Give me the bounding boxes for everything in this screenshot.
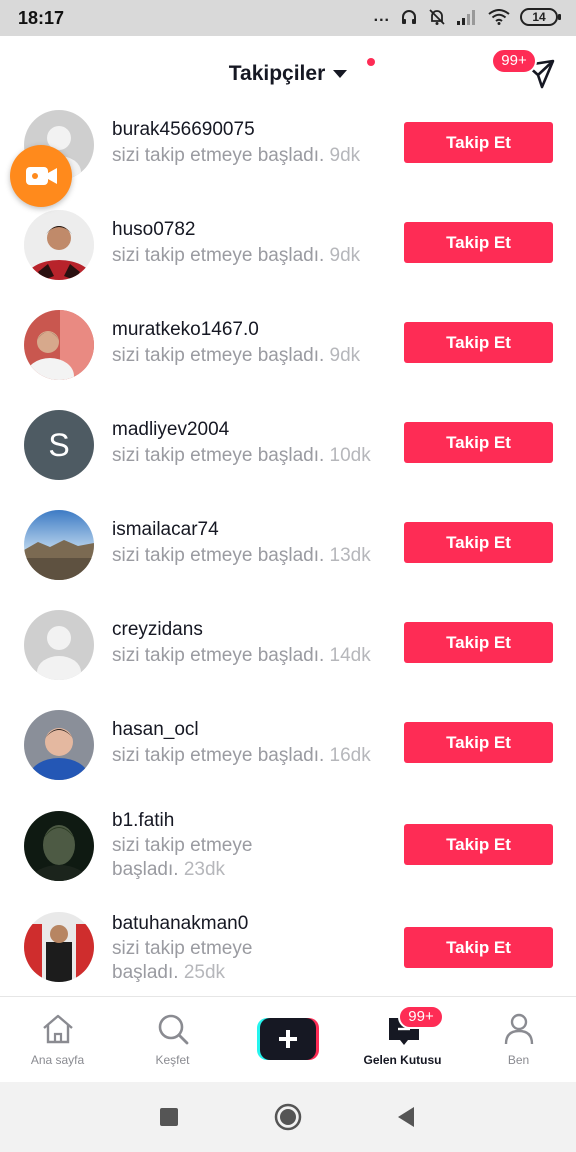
system-nav-bar	[0, 1082, 576, 1152]
time-ago: 23dk	[183, 859, 226, 880]
home-icon	[43, 1014, 73, 1044]
avatar[interactable]: S	[24, 410, 94, 480]
more-dots-icon: ...	[373, 8, 390, 25]
follow-notice: sizi takip etmeye başladı. 9dk	[112, 145, 361, 166]
status-bar: 18:17 ... 14	[0, 0, 576, 36]
follow-notice: sizi takip etmeye başladı. 14dk	[112, 645, 371, 666]
nav-me[interactable]: Ben	[461, 997, 576, 1083]
profile-photo	[24, 912, 94, 982]
notification-dot	[367, 58, 375, 66]
dm-badge: 99+	[491, 48, 537, 74]
time-ago: 25dk	[183, 962, 226, 983]
dropdown-caret-icon	[333, 70, 348, 79]
follow-button[interactable]: Takip Et	[404, 422, 553, 463]
username[interactable]: burak456690075	[112, 119, 255, 141]
nav-me-label: Ben	[507, 1053, 530, 1067]
status-icons: ... 14	[373, 8, 561, 26]
page-title: Takipçiler	[228, 62, 326, 85]
headphones-icon	[402, 10, 416, 24]
header: Takipçiler 99+	[0, 36, 576, 106]
time-ago: 9dk	[329, 145, 361, 166]
profile-photo	[24, 210, 94, 280]
square-icon[interactable]	[159, 1107, 179, 1127]
nav-home[interactable]: Ana sayfa	[0, 997, 115, 1083]
follow-button[interactable]: Takip Et	[404, 622, 553, 663]
search-icon	[158, 1014, 189, 1045]
time-ago: 9dk	[329, 245, 361, 266]
profile-photo	[24, 510, 94, 580]
person-icon	[504, 1013, 534, 1045]
list-item: S madliyev2004 sizi takip etmeye başladı…	[0, 406, 576, 506]
time-ago: 13dk	[329, 545, 371, 566]
follow-button[interactable]: Takip Et	[404, 927, 553, 968]
follow-notice: sizi takip etmeye başladı. 16dk	[112, 745, 371, 766]
username[interactable]: creyzidans	[112, 619, 203, 641]
follow-notice: sizi takip etmeye başladı. 10dk	[112, 445, 371, 466]
profile-photo	[24, 710, 94, 780]
username[interactable]: b1.fatih	[112, 810, 174, 832]
follow-button[interactable]: Takip Et	[404, 322, 553, 363]
list-item: ismailacar74 sizi takip etmeye başladı. …	[0, 506, 576, 606]
list-item: creyzidans sizi takip etmeye başladı. 14…	[0, 606, 576, 706]
username[interactable]: muratkeko1467.0	[112, 319, 259, 341]
live-camera-button[interactable]	[10, 145, 72, 207]
list-item: b1.fatih sizi takip etmeye başladı. 23dk…	[0, 806, 576, 906]
username[interactable]: madliyev2004	[112, 419, 229, 441]
status-time: 18:17	[18, 8, 65, 28]
list-item: huso0782 sizi takip etmeye başladı. 9dk …	[0, 206, 576, 306]
follow-button[interactable]: Takip Et	[404, 824, 553, 865]
avatar[interactable]	[24, 811, 94, 881]
username[interactable]: batuhanakman0	[112, 913, 248, 935]
nav-home-label: Ana sayfa	[30, 1053, 85, 1067]
bell-off-icon	[429, 9, 445, 25]
time-ago: 10dk	[329, 445, 371, 466]
avatar[interactable]	[24, 710, 94, 780]
list-item: burak456690075 sizi takip etmeye başladı…	[0, 106, 576, 206]
follow-button[interactable]: Takip Et	[404, 522, 553, 563]
nav-inbox-label: Gelen Kutusu	[363, 1053, 442, 1067]
follow-button[interactable]: Takip Et	[404, 122, 553, 163]
battery-icon: 14	[520, 8, 561, 26]
profile-photo	[24, 811, 94, 881]
follow-notice: sizi takip etmeye başladı. 25dk	[112, 938, 253, 983]
wifi-icon	[488, 9, 510, 25]
username[interactable]: huso0782	[112, 219, 195, 241]
username[interactable]: hasan_ocl	[112, 719, 199, 741]
create-button[interactable]	[257, 1018, 319, 1060]
time-ago: 9dk	[329, 345, 361, 366]
follow-notice: sizi takip etmeye başladı. 23dk	[112, 835, 253, 880]
circle-icon[interactable]	[273, 1102, 303, 1132]
avatar[interactable]	[24, 310, 94, 380]
nav-discover-label: Keşfet	[155, 1053, 190, 1067]
time-ago: 14dk	[329, 645, 371, 666]
list-item: muratkeko1467.0 sizi takip etmeye başlad…	[0, 306, 576, 406]
default-avatar-icon	[37, 626, 81, 680]
username[interactable]: ismailacar74	[112, 519, 219, 541]
follow-notice: sizi takip etmeye başladı. 13dk	[112, 545, 371, 566]
follow-button[interactable]: Takip Et	[404, 722, 553, 763]
back-triangle-icon[interactable]	[396, 1106, 416, 1128]
signal-icon	[457, 10, 475, 25]
follow-button[interactable]: Takip Et	[404, 222, 553, 263]
avatar[interactable]	[24, 510, 94, 580]
profile-photo	[24, 310, 94, 380]
list-item: batuhanakman0 sizi takip etmeye başladı.…	[0, 909, 576, 1009]
avatar[interactable]	[24, 610, 94, 680]
followers-dropdown[interactable]: Takipçiler	[0, 62, 576, 86]
video-camera-icon	[26, 167, 57, 185]
follow-notice: sizi takip etmeye başladı. 9dk	[112, 345, 361, 366]
nav-discover[interactable]: Keşfet	[115, 997, 230, 1083]
follow-notice: sizi takip etmeye başladı. 9dk	[112, 245, 361, 266]
avatar[interactable]	[24, 912, 94, 982]
list-item: hasan_ocl sizi takip etmeye başladı. 16d…	[0, 706, 576, 806]
bottom-nav: Ana sayfa Keşfet Gelen Kutusu 99+ Ben	[0, 996, 576, 1082]
avatar[interactable]	[24, 210, 94, 280]
inbox-badge: 99+	[398, 1005, 444, 1029]
time-ago: 16dk	[329, 745, 371, 766]
